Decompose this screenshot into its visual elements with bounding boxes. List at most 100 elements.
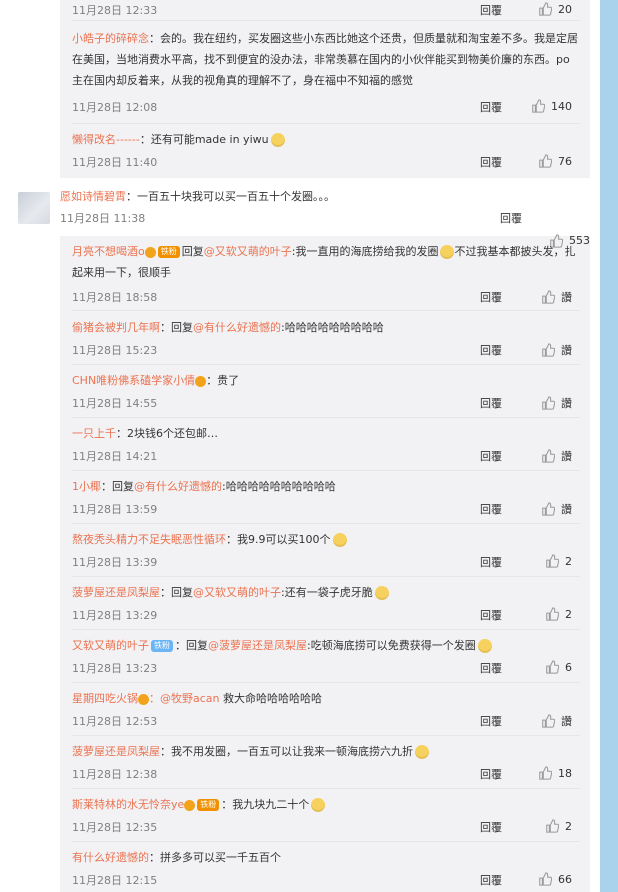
like-button[interactable]: 讚 — [541, 289, 572, 305]
reply-text: 菠萝屋还是凤梨屋：我不用发圈，一百五可以让我来一顿海底捞六九折 — [72, 741, 580, 762]
like-button[interactable]: 讚 — [541, 448, 572, 464]
username-link[interactable]: CHN唯粉佛系磕学家小倩 — [72, 374, 195, 387]
mention-link[interactable]: @有什么好遗憾的 — [134, 480, 222, 493]
like-count: 18 — [558, 766, 572, 780]
like-count: 讚 — [561, 397, 572, 410]
username-link[interactable]: 熬夜秃头精力不足失眠恶性循环 — [72, 533, 226, 546]
username-link[interactable]: 菠萝屋还是凤梨屋 — [72, 745, 160, 758]
timestamp: 11月28日 12:53 — [72, 715, 158, 728]
username-link[interactable]: 有什么好遗憾的 — [72, 851, 149, 864]
timestamp: 11月28日 12:15 — [72, 874, 158, 887]
reply-content: ：我九块九二十个 — [221, 798, 310, 811]
reply-button[interactable]: 回覆 — [480, 448, 502, 464]
timestamp: 11月28日 14:21 — [72, 450, 158, 463]
username-link[interactable]: 斯莱特林的水无怜奈ye — [72, 798, 184, 811]
mention-link[interactable]: @菠萝屋还是凤梨屋 — [208, 639, 307, 652]
thumbs-up-icon — [542, 343, 555, 357]
timestamp: 11月28日 12:08 — [72, 101, 158, 114]
like-button[interactable]: 140 — [531, 99, 572, 113]
reply-label: 回复 — [181, 245, 204, 258]
reply-text: 懒得改名------：还有可能made in yiwu — [72, 129, 580, 150]
like-count: 66 — [558, 872, 572, 886]
divider — [72, 417, 580, 418]
username-link[interactable]: 偷猪会被判几年啊 — [72, 321, 160, 334]
like-button[interactable]: 2 — [545, 554, 572, 568]
reply-text: 一只上千：2块钱6个还包邮… — [72, 423, 580, 444]
like-count: 讚 — [561, 291, 572, 304]
emoji-icon — [332, 533, 347, 547]
mention-link[interactable]: @有什么好遗憾的 — [193, 321, 281, 334]
reply-button[interactable]: 回覆 — [480, 2, 502, 18]
reply-item: 星期四吃火锅 ：@牧野acan 救大命哈哈哈哈哈哈 11月28日 12:53 回覆… — [72, 688, 580, 732]
thumbs-up-icon — [546, 607, 559, 621]
reply-button[interactable]: 回覆 — [480, 342, 502, 358]
like-button[interactable]: 2 — [545, 607, 572, 621]
like-button[interactable]: 18 — [538, 766, 572, 780]
mention-link[interactable]: @又软又萌的叶子 — [193, 586, 281, 599]
reply-button[interactable]: 回覆 — [480, 501, 502, 517]
reply-button[interactable]: 回覆 — [480, 819, 502, 835]
reply-content: 救大命哈哈哈哈哈哈 — [219, 692, 323, 705]
like-button[interactable]: 讚 — [541, 342, 572, 358]
like-button[interactable]: 讚 — [541, 713, 572, 729]
reply-item: 月亮不想喝酒o 铁粉 回复@又软又萌的叶子:我一直用的海底捞给我的发圈 不过我基本都披… — [72, 241, 580, 307]
divider — [72, 364, 580, 365]
comment-meta-top: 11月28日 12:33 回覆 20 — [72, 0, 580, 20]
comment-content: ：一百五十块我可以买一百五十个发圈。。。 — [126, 190, 335, 203]
username-link[interactable]: 1小椰 — [72, 480, 101, 493]
reply-button[interactable]: 回覆 — [480, 766, 502, 782]
mention-link[interactable]: @又软又萌的叶子 — [204, 245, 292, 258]
reply-button[interactable]: 回覆 — [480, 99, 502, 115]
reply-text: 熬夜秃头精力不足失眠恶性循环：我9.9可以买100个 — [72, 529, 580, 550]
reply-text: 斯莱特林的水无怜奈ye 铁粉 ：我九块九二十个 — [72, 794, 580, 815]
like-button[interactable]: 20 — [538, 2, 572, 16]
divider — [72, 20, 580, 21]
like-button[interactable]: 76 — [538, 154, 572, 168]
timestamp: 11月28日 18:58 — [72, 291, 158, 304]
comment-item: 愿如诗情碧霄：一百五十块我可以买一百五十个发圈。。。 11月28日 11:38 … — [18, 186, 600, 248]
reply-button[interactable]: 回覆 — [480, 154, 502, 170]
reply-content: ：拼多多可以买一千五百个 — [149, 851, 281, 864]
thumbs-up-icon — [542, 290, 555, 304]
like-button[interactable]: 2 — [545, 819, 572, 833]
timestamp: 11月28日 13:59 — [72, 503, 158, 516]
username-link[interactable]: 星期四吃火锅 — [72, 692, 138, 705]
username-link[interactable]: 愿如诗情碧霄 — [60, 190, 126, 203]
reply-item: 有什么好遗憾的：拼多多可以买一千五百个 11月28日 12:15 回覆 66 — [72, 847, 580, 891]
like-count: 6 — [565, 660, 572, 674]
reply-button[interactable]: 回覆 — [480, 660, 502, 676]
comment-text: 愿如诗情碧霄：一百五十块我可以买一百五十个发圈。。。 — [60, 186, 335, 208]
thumbs-up-icon — [542, 502, 555, 516]
reply-item: 懒得改名------：还有可能made in yiwu 11月28日 11:40… — [72, 129, 580, 173]
avatar[interactable] — [18, 192, 50, 224]
like-button[interactable]: 讚 — [541, 395, 572, 411]
reply-item: 斯莱特林的水无怜奈ye 铁粉 ：我九块九二十个 11月28日 12:35 回覆 2 — [72, 794, 580, 838]
username-link[interactable]: 小皓子的碎碎念 — [72, 32, 149, 45]
reply-button[interactable]: 回覆 — [480, 395, 502, 411]
reply-button[interactable]: 回覆 — [480, 554, 502, 570]
timestamp: 11月28日 13:29 — [72, 609, 158, 622]
like-button[interactable]: 讚 — [541, 501, 572, 517]
username-link[interactable]: 又软又萌的叶子 — [72, 639, 149, 652]
side-strip — [600, 0, 618, 892]
emoji-icon — [374, 586, 389, 600]
reply-button[interactable]: 回覆 — [480, 872, 502, 888]
reply-button[interactable]: 回覆 — [480, 607, 502, 623]
username-link[interactable]: 懒得改名------ — [72, 133, 140, 146]
reply-button[interactable]: 回覆 — [480, 289, 502, 305]
divider — [72, 123, 580, 124]
like-button[interactable]: 66 — [538, 872, 572, 886]
username-link[interactable]: 一只上千 — [72, 427, 116, 440]
like-button[interactable]: 6 — [545, 660, 572, 674]
username-link[interactable]: 月亮不想喝酒o — [72, 245, 145, 258]
reply-button[interactable]: 回覆 — [500, 208, 522, 230]
reply-button[interactable]: 回覆 — [480, 713, 502, 729]
username-link[interactable]: 菠萝屋还是凤梨屋 — [72, 586, 160, 599]
reply-text: 月亮不想喝酒o 铁粉 回复@又软又萌的叶子:我一直用的海底捞给我的发圈 不过我基本都披… — [72, 241, 580, 283]
mention-link[interactable]: ：@牧野acan — [149, 692, 220, 705]
divider — [72, 841, 580, 842]
divider — [72, 735, 580, 736]
reply-item: 熬夜秃头精力不足失眠恶性循环：我9.9可以买100个 11月28日 13:39 … — [72, 529, 580, 573]
thumbs-up-icon — [542, 396, 555, 410]
like-count: 讚 — [561, 344, 572, 357]
